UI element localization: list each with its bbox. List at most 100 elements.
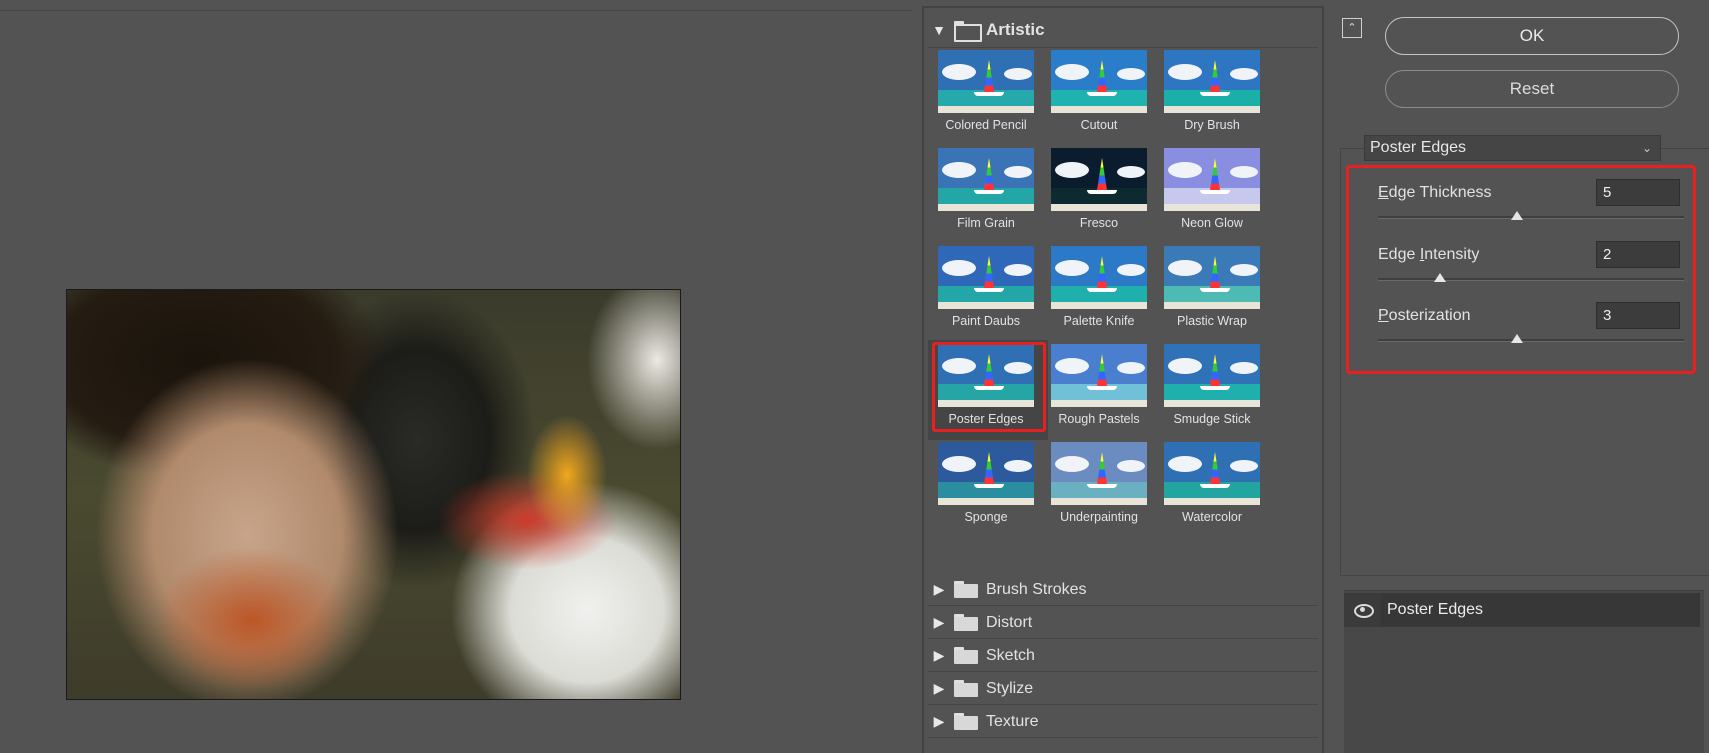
reset-button[interactable]: Reset [1385, 70, 1679, 108]
effect-layer-name: Poster Edges [1381, 593, 1700, 627]
mnemonic: E [1378, 184, 1389, 201]
thumb-cloud [1055, 64, 1089, 80]
filter-preview-image [938, 148, 1034, 211]
filter-thumb-label: Cutout [1080, 118, 1118, 132]
filter-thumb-palette-knife[interactable]: Palette Knife [1041, 242, 1161, 342]
thumb-cloud [1055, 456, 1089, 472]
param-label-pre: Edge [1378, 246, 1420, 263]
param-edge-thickness: Edge Thickness 5 [1378, 178, 1698, 228]
thumb-hull [1200, 386, 1230, 390]
thumb-cloud [1168, 456, 1202, 472]
edge-intensity-slider-handle[interactable] [1434, 273, 1446, 282]
expand-triangle-right-icon[interactable]: ▶ [928, 614, 950, 631]
thumb-hull [974, 190, 1004, 194]
edge-thickness-slider[interactable] [1378, 216, 1684, 219]
thumb-hull [1200, 288, 1230, 292]
effect-layers-panel: Poster Edges [1344, 590, 1704, 753]
filter-thumb-label: Dry Brush [1184, 118, 1240, 132]
thumb-cloud [1117, 362, 1145, 374]
filter-preview-image [1051, 442, 1147, 505]
filter-thumb-fresco[interactable]: Fresco [1041, 144, 1161, 244]
expand-triangle-right-icon[interactable]: ▶ [928, 680, 950, 697]
filter-controls: ⌃ OK Reset Poster Edges ⌄ Edge Thickness… [1334, 0, 1709, 753]
filter-thumb-neon-glow[interactable]: Neon Glow [1154, 144, 1274, 244]
expand-triangle-down-icon[interactable]: ▼ [928, 22, 950, 38]
ok-button[interactable]: OK [1385, 17, 1679, 55]
filter-preview-image [1164, 50, 1260, 113]
thumb-sand [1051, 302, 1147, 309]
filter-select-value: Poster Edges [1370, 139, 1467, 156]
category-stylize[interactable]: ▶ Stylize [928, 673, 1318, 705]
category-distort[interactable]: ▶ Distort [928, 607, 1318, 639]
posterization-slider[interactable] [1378, 339, 1684, 342]
filter-select[interactable]: Poster Edges ⌄ [1364, 135, 1661, 161]
param-posterization: Posterization 3 [1378, 301, 1698, 351]
collapse-gallery-icon[interactable]: ⌃ [1342, 18, 1362, 38]
edge-intensity-input[interactable]: 2 [1596, 241, 1680, 268]
thumb-cloud [1117, 264, 1145, 276]
thumb-cloud [1168, 162, 1202, 178]
preview-image[interactable] [66, 289, 681, 700]
eye-icon[interactable] [1350, 593, 1376, 627]
thumb-cloud [1055, 260, 1089, 276]
selected-highlight-box [932, 342, 1046, 432]
category-artistic[interactable]: ▼ Artistic [928, 12, 1318, 48]
preview-area[interactable] [0, 0, 912, 753]
thumb-sand [1051, 204, 1147, 211]
filter-preview-image [1051, 246, 1147, 309]
filter-thumb-film-grain[interactable]: Film Grain [928, 144, 1048, 244]
thumb-cloud [1230, 264, 1258, 276]
effect-layer-row[interactable]: Poster Edges [1344, 593, 1700, 627]
filter-thumb-cutout[interactable]: Cutout [1041, 46, 1161, 146]
filter-thumb-watercolor[interactable]: Watercolor [1154, 438, 1274, 538]
filter-thumb-label: Watercolor [1182, 510, 1242, 524]
thumb-sand [938, 204, 1034, 211]
thumb-cloud [1230, 68, 1258, 80]
filter-thumb-rough-pastels[interactable]: Rough Pastels [1041, 340, 1161, 440]
filter-preview-image [1164, 246, 1260, 309]
filter-thumb-label: Fresco [1079, 216, 1119, 230]
thumb-cloud [1004, 166, 1032, 178]
thumb-sand [938, 106, 1034, 113]
category-sketch[interactable]: ▶ Sketch [928, 640, 1318, 672]
thumb-hull [1087, 386, 1117, 390]
thumb-sand [1164, 302, 1260, 309]
thumb-cloud [1055, 358, 1089, 374]
param-label-rest: dge Thickness [1388, 184, 1492, 201]
edge-thickness-input[interactable]: 5 [1596, 179, 1680, 206]
filter-thumb-smudge-stick[interactable]: Smudge Stick [1154, 340, 1274, 440]
thumb-cloud [1117, 68, 1145, 80]
filter-thumb-dry-brush[interactable]: Dry Brush [1154, 46, 1274, 146]
thumb-cloud [1230, 362, 1258, 374]
thumb-cloud [1168, 64, 1202, 80]
filter-thumb-sponge[interactable]: Sponge [928, 438, 1048, 538]
filter-thumb-label: Colored Pencil [945, 118, 1027, 132]
posterization-slider-handle[interactable] [1511, 334, 1523, 343]
filter-preview-image [938, 50, 1034, 113]
category-label: Sketch [986, 646, 1035, 664]
filter-thumb-underpainting[interactable]: Underpainting [1041, 438, 1161, 538]
category-texture[interactable]: ▶ Texture [928, 706, 1318, 738]
thumb-sand [1051, 106, 1147, 113]
edge-thickness-slider-handle[interactable] [1511, 211, 1523, 220]
filter-thumb-label: Plastic Wrap [1177, 314, 1247, 328]
filter-thumb-plastic-wrap[interactable]: Plastic Wrap [1154, 242, 1274, 342]
expand-triangle-right-icon[interactable]: ▶ [928, 581, 950, 598]
folder-icon [954, 614, 978, 631]
filter-preview-image [1164, 442, 1260, 505]
thumb-cloud [942, 64, 976, 80]
category-label: Texture [986, 712, 1039, 730]
filter-thumb-poster-edges[interactable]: Poster Edges [928, 340, 1048, 440]
thumb-cloud [1117, 166, 1145, 178]
edge-intensity-slider[interactable] [1378, 278, 1684, 281]
folder-icon [954, 647, 978, 664]
category-brush-strokes[interactable]: ▶ Brush Strokes [928, 574, 1318, 606]
filter-thumb-colored-pencil[interactable]: Colored Pencil [928, 46, 1048, 146]
filter-thumb-paint-daubs[interactable]: Paint Daubs [928, 242, 1048, 342]
expand-triangle-right-icon[interactable]: ▶ [928, 713, 950, 730]
filter-thumb-label: Film Grain [957, 216, 1015, 230]
expand-triangle-right-icon[interactable]: ▶ [928, 647, 950, 664]
filter-thumb-label: Sponge [964, 510, 1008, 524]
posterization-input[interactable]: 3 [1596, 302, 1680, 329]
filter-gallery-panel: ▼ Artistic Colored Pencil Cutout Dry Brush… [922, 6, 1324, 753]
